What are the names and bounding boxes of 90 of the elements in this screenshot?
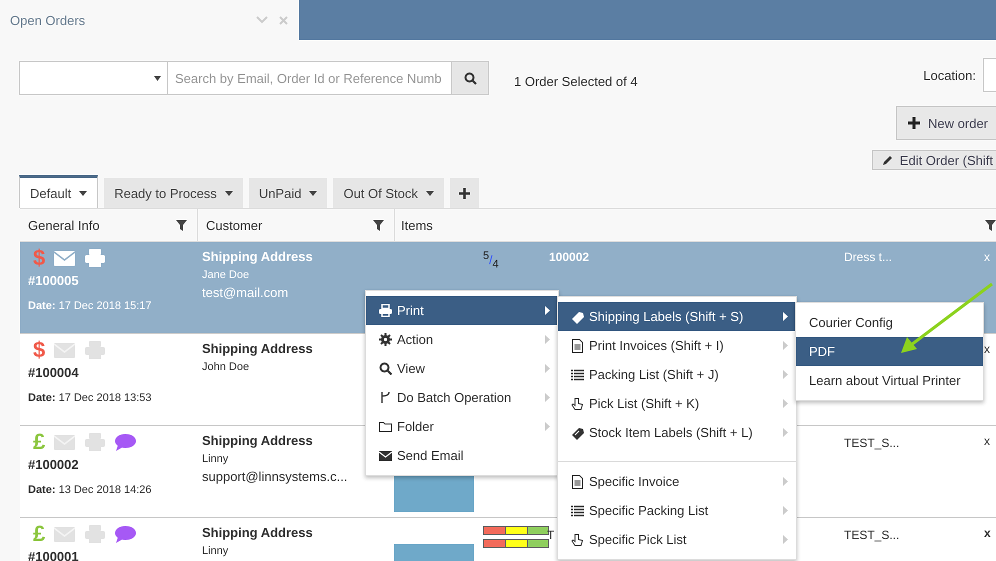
menu-item[interactable]: PDF: [796, 337, 983, 366]
menu-item[interactable]: Courier Config: [796, 308, 983, 337]
column-header[interactable]: Customer: [206, 218, 262, 232]
currency-symbol: £: [33, 431, 44, 453]
folder-icon: [379, 420, 392, 433]
gear-icon: [379, 333, 392, 346]
customer-email: test@mail.com: [202, 285, 288, 300]
customer-name: John Doe: [202, 361, 250, 373]
filter-icon[interactable]: [373, 220, 384, 230]
item-sku: T: [547, 528, 554, 542]
menu-item[interactable]: Shipping Labels (Shift + S): [558, 302, 796, 331]
menu-item[interactable]: Folder: [366, 412, 558, 441]
column-header[interactable]: Items: [401, 218, 433, 232]
customer-email: support@linnsystems.c...: [202, 469, 348, 484]
item-quantity: x: [984, 342, 990, 356]
menu-item[interactable]: Print Invoices (Shift + I): [558, 331, 796, 360]
envelope-icon: [54, 342, 75, 358]
currency-symbol: $: [33, 247, 44, 269]
plus-icon: [908, 117, 920, 129]
address-heading: Shipping Address: [202, 249, 313, 264]
caret-icon: [224, 190, 233, 196]
hand-pointer-icon: [571, 532, 584, 546]
menu-item[interactable]: Send Email: [366, 441, 558, 470]
column-header[interactable]: General Info: [28, 218, 100, 232]
item-title: TEST_S...: [844, 528, 900, 542]
search-button[interactable]: [452, 61, 489, 95]
view-tab[interactable]: Out Of Stock: [333, 178, 444, 208]
new-order-button[interactable]: New order: [896, 106, 996, 140]
filter-icon[interactable]: [176, 220, 187, 230]
order-number: #100001: [28, 549, 80, 561]
list-icon: [571, 504, 584, 518]
branch-icon: [379, 391, 392, 404]
hand-pointer-icon: [571, 396, 584, 410]
search-field[interactable]: Search by Email, Order Id or Reference Numb: [168, 61, 452, 95]
envelope-icon: [54, 250, 75, 266]
item-title: TEST_S...: [844, 436, 900, 450]
envelope-icon: [379, 449, 392, 462]
tab-title[interactable]: Open Orders: [10, 12, 256, 28]
item-quantity: x: [984, 250, 990, 264]
order-number: #100005: [28, 273, 80, 288]
order-date: Date: 17 Dec 2018 13:53: [28, 392, 153, 404]
item-sku: 100002: [549, 250, 590, 264]
order-number: #100004: [28, 365, 80, 380]
tag-icon: [571, 310, 584, 324]
menu-item[interactable]: Stock Item Labels (Shift + L): [558, 418, 796, 447]
search-icon: [379, 362, 392, 375]
caret-icon: [309, 190, 318, 196]
menu-item[interactable]: Specific Invoice: [558, 467, 796, 496]
menu-item[interactable]: View: [366, 354, 558, 383]
address-heading: Shipping Address: [202, 341, 313, 356]
item-title: Dress t...: [844, 250, 892, 264]
view-tab[interactable]: UnPaid: [248, 178, 328, 208]
search-icon: [464, 72, 476, 84]
menu-item[interactable]: Pick List (Shift + K): [558, 389, 796, 418]
view-tab[interactable]: Default: [19, 175, 98, 208]
customer-name: Linny: [202, 453, 228, 465]
address-heading: Shipping Address: [202, 433, 313, 448]
caret-icon: [154, 76, 161, 80]
selection-status: 1 Order Selected of 4: [514, 74, 638, 88]
item-quantity: x: [984, 526, 991, 540]
menu-item[interactable]: Packing List (Shift + J): [558, 360, 796, 389]
customer-name: Jane Doe: [202, 269, 250, 281]
menu-item[interactable]: Specific Pick List: [558, 525, 796, 554]
caret-icon: [79, 190, 88, 196]
caret-icon: [426, 190, 434, 196]
location-label: Location:: [923, 68, 976, 82]
envelope-icon: [54, 526, 75, 542]
currency-symbol: £: [33, 523, 44, 545]
item-quantity: x: [984, 434, 990, 448]
document-icon: [571, 338, 584, 352]
edit-order-button[interactable]: Edit Order (Shift: [872, 150, 996, 170]
menu-item[interactable]: Print: [366, 296, 558, 325]
customer-name: Linny: [202, 545, 228, 557]
currency-symbol: $: [33, 339, 44, 361]
add-view-button[interactable]: [450, 178, 479, 208]
view-tab[interactable]: Ready to Process: [104, 178, 243, 208]
plus-icon: [458, 188, 470, 198]
menu-item[interactable]: Learn about Virtual Printer: [796, 366, 983, 395]
envelope-icon: [54, 434, 75, 450]
order-date: Date: 17 Dec 2018 15:17: [28, 300, 153, 312]
document-icon: [571, 474, 584, 488]
tag-icon: [571, 426, 584, 440]
menu-item[interactable]: Do Batch Operation: [366, 383, 558, 412]
list-icon: [571, 368, 584, 382]
menu-item[interactable]: Specific Packing List: [558, 496, 796, 525]
filter-icon[interactable]: [985, 220, 996, 230]
order-date: Date: 13 Dec 2018 14:26: [28, 484, 153, 496]
address-heading: Shipping Address: [202, 525, 313, 540]
order-number: #100002: [28, 457, 80, 472]
pencil-icon: [882, 154, 893, 166]
